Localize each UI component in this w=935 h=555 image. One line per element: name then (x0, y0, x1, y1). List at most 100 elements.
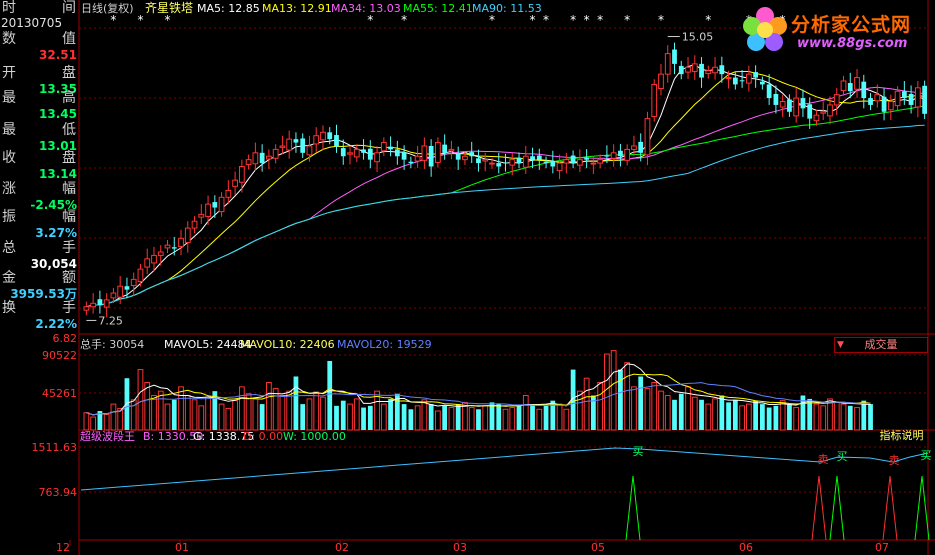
volume-bar (83, 412, 90, 431)
volume-bar (238, 386, 245, 431)
volume-bar (367, 405, 373, 430)
volume-bar (334, 405, 339, 430)
volume-bar (664, 394, 671, 431)
signal-star: * (110, 13, 116, 27)
signal-star: * (530, 13, 536, 27)
volume-bar (476, 409, 481, 430)
low-mark-label: 7.25 (98, 314, 123, 327)
candle-body (279, 145, 286, 148)
candle-body (151, 254, 157, 264)
candle-body (644, 118, 651, 156)
candle-body (779, 101, 786, 108)
volume-bar (361, 407, 366, 430)
volume-bar (638, 376, 644, 430)
candle-body (833, 94, 840, 106)
candle-body (482, 159, 489, 162)
volume-bar (502, 408, 509, 431)
candle-body (455, 153, 461, 160)
volume-bar (604, 353, 610, 431)
candle-body (827, 104, 833, 117)
volume-bar (232, 400, 238, 431)
x-tick-label: 02 (335, 541, 349, 554)
ma-line (86, 86, 925, 308)
candle-body (448, 148, 455, 152)
y-tick-price: 6.82 (53, 332, 78, 345)
candle-body (901, 91, 907, 99)
candle-body (563, 159, 570, 164)
candle-body (212, 202, 218, 208)
volume-bar (705, 403, 712, 431)
volume-bar (455, 404, 461, 430)
indicator-spike (829, 475, 845, 541)
candle-body (847, 83, 853, 92)
candle-body (361, 149, 366, 153)
volume-bar (760, 404, 765, 430)
x-tick-label: 07 (875, 541, 889, 554)
volume-bar (90, 416, 97, 431)
candle-body (272, 148, 279, 159)
volume-bar (779, 400, 786, 431)
candle-body (117, 285, 124, 298)
candle-body (157, 251, 164, 256)
candle-body (766, 84, 772, 99)
volume-bar (745, 403, 752, 431)
candle-body (597, 159, 604, 164)
volume-bar (651, 382, 658, 431)
volume-ma-value: MAVOL5: 24484 (164, 338, 252, 351)
candle-body (205, 203, 211, 217)
candle-body (908, 93, 914, 105)
candle-body (110, 292, 117, 299)
volume-bar (489, 402, 495, 430)
volume-bar (110, 403, 117, 431)
candle-body (476, 158, 481, 164)
signal-star: * (597, 13, 603, 27)
candle-body (388, 146, 393, 150)
volume-bar (732, 399, 738, 430)
candle-body (868, 98, 873, 105)
candle-body (719, 65, 725, 75)
chart-area[interactable]: ****************15.057.256.82总手: 30054MA… (0, 0, 935, 555)
candle-body (306, 145, 313, 156)
signal-star: * (705, 13, 711, 27)
candle-body (712, 66, 718, 74)
volume-bar (353, 398, 360, 431)
signal-star: * (137, 13, 143, 27)
volume-bar (719, 395, 725, 430)
volume-indicator-button[interactable]: ▼ 成交量 (834, 337, 928, 353)
candle-body (238, 166, 245, 183)
volume-bar (340, 400, 346, 430)
candle-body (624, 148, 631, 161)
volume-bar (327, 360, 333, 430)
volume-bar (536, 408, 543, 431)
logo-url[interactable]: www.88gs.com (797, 36, 907, 51)
volume-bar (482, 405, 489, 431)
volume-bar (813, 403, 820, 431)
candle-body (793, 97, 800, 117)
volume-bar (259, 404, 265, 430)
candle-body (584, 157, 589, 160)
stock-chart-window: 时 间 20130705 数值 32.51 开盘 13.35 最高 13.45 最低 13.0… (0, 0, 935, 555)
volume-bar (380, 403, 387, 431)
candle-body (313, 135, 320, 145)
candle-body (353, 148, 360, 158)
volume-bar (320, 396, 326, 431)
buy-signal: 买 (633, 445, 644, 458)
volume-bar (252, 398, 259, 431)
candle-body (705, 70, 712, 74)
volume-bar (847, 405, 853, 430)
indicator-help-button[interactable]: 指标说明 (874, 429, 929, 443)
y-tick-indicator: 1511.63 (32, 441, 78, 454)
candle-body (503, 162, 508, 164)
volume-bar (610, 350, 617, 431)
candle-body (414, 155, 421, 162)
candle-body (184, 227, 191, 243)
candle-body (813, 114, 820, 122)
candle-body (760, 81, 765, 85)
x-tick-label: 05 (591, 541, 605, 554)
volume-bar (530, 404, 535, 430)
volume-bar (198, 405, 205, 431)
candle-body (570, 155, 576, 164)
volume-bar (103, 413, 110, 431)
x-tick-label: 01 (175, 541, 189, 554)
candle-body (320, 131, 326, 141)
